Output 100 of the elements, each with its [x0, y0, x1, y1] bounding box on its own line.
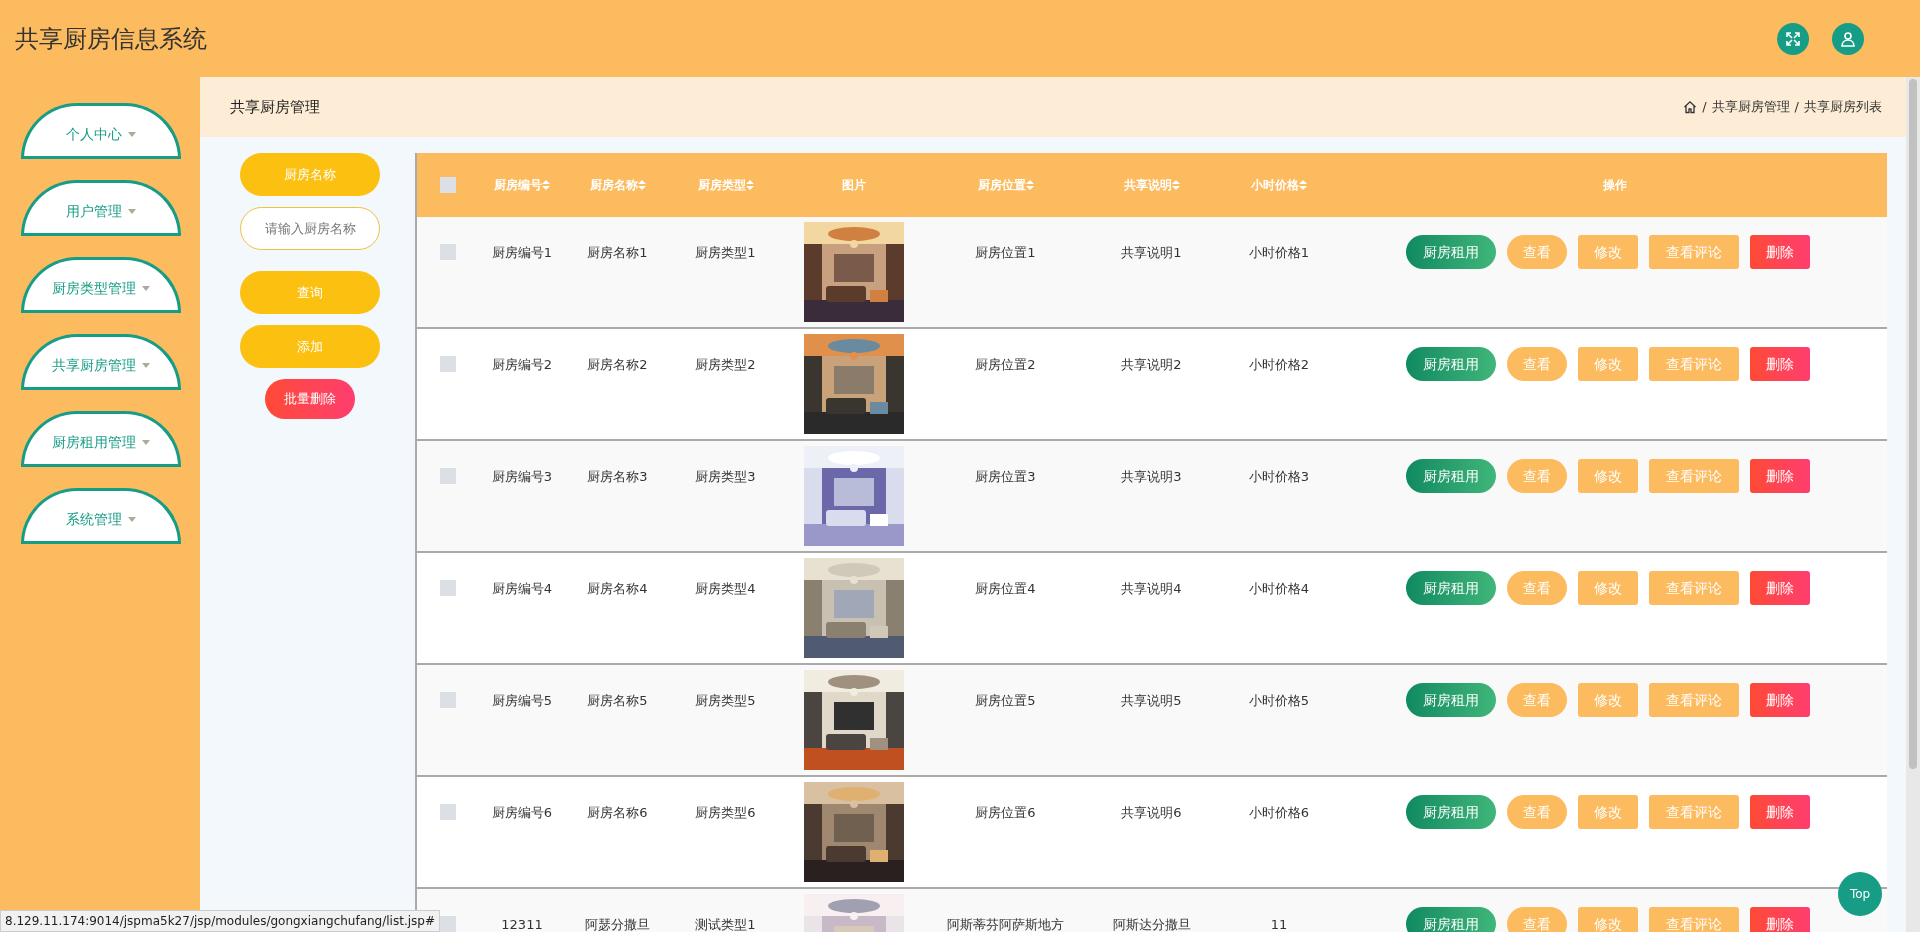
sort-icon[interactable]	[745, 180, 754, 190]
table-cell-text: 厨房编号6	[491, 804, 553, 822]
edit-button[interactable]: 修改	[1578, 907, 1638, 932]
view-button[interactable]: 查看	[1507, 347, 1567, 381]
comments-button[interactable]: 查看评论	[1649, 907, 1739, 932]
batch-delete-button[interactable]: 批量删除	[265, 379, 355, 419]
delete-button[interactable]: 删除	[1750, 683, 1810, 717]
sort-icon[interactable]	[1299, 180, 1307, 190]
rent-button[interactable]: 厨房租用	[1406, 459, 1496, 493]
rent-button[interactable]: 厨房租用	[1406, 683, 1496, 717]
checkbox[interactable]	[439, 244, 456, 260]
table-cell-text: 小时价格3	[1248, 468, 1310, 486]
table-cell-text: 厨房名称2	[587, 356, 648, 374]
view-button[interactable]: 查看	[1507, 235, 1567, 269]
column-header[interactable]: 厨房编号	[494, 176, 550, 194]
user-icon[interactable]	[1832, 22, 1864, 55]
sidebar-menu-item[interactable]: 共享厨房管理	[21, 334, 181, 390]
checkbox[interactable]	[439, 804, 456, 820]
edit-button[interactable]: 修改	[1578, 347, 1638, 381]
action-button[interactable]: 查询	[240, 271, 380, 314]
caret-icon	[128, 131, 136, 137]
comments-button[interactable]: 查看评论	[1649, 683, 1739, 717]
table-cell-text: 小时价格5	[1248, 692, 1310, 710]
delete-button[interactable]: 删除	[1750, 459, 1810, 493]
checkbox[interactable]	[439, 692, 456, 708]
table-cell-text: 共享说明3	[1121, 468, 1182, 486]
edit-button[interactable]: 修改	[1578, 683, 1638, 717]
delete-button[interactable]: 删除	[1750, 235, 1810, 269]
comments-button[interactable]: 查看评论	[1649, 459, 1739, 493]
column-header[interactable]: 厨房类型	[697, 176, 754, 194]
delete-button[interactable]: 删除	[1750, 907, 1810, 932]
table-cell-text: 厨房编号4	[491, 580, 553, 598]
table-cell-text: 厨房位置5	[975, 692, 1036, 710]
column-header[interactable]: 小时价格	[1251, 176, 1307, 194]
table-cell-text: 厨房名称6	[587, 804, 648, 822]
sort-icon[interactable]	[637, 180, 646, 190]
fullscreen-icon[interactable]	[1777, 22, 1809, 55]
sidebar-menu-item[interactable]: 用户管理	[21, 180, 181, 236]
table-cell-text: 12311	[501, 916, 543, 932]
column-header[interactable]: 厨房名称	[589, 176, 646, 194]
table-cell-text: 厨房位置6	[975, 804, 1036, 822]
column-header[interactable]: 共享说明	[1123, 176, 1180, 194]
edit-button[interactable]: 修改	[1578, 459, 1638, 493]
table-cell-text: 共享说明5	[1121, 692, 1182, 710]
sort-icon[interactable]	[542, 180, 550, 190]
table-cell-text: 厨房类型4	[695, 580, 756, 598]
view-button[interactable]: 查看	[1507, 571, 1567, 605]
table-cell-text: 厨房位置2	[975, 356, 1036, 374]
checkbox[interactable]	[439, 356, 456, 372]
breadcrumb-item[interactable]: 共享厨房列表	[1804, 97, 1882, 117]
edit-button[interactable]: 修改	[1578, 795, 1638, 829]
delete-button[interactable]: 删除	[1750, 795, 1810, 829]
page-title: 共享厨房管理	[230, 96, 320, 118]
table-cell-text: 共享说明1	[1121, 244, 1182, 262]
search-field[interactable]: 请输入厨房名称	[240, 207, 380, 250]
status-url: 8.129.11.174:9014/jspma5k27/jsp/modules/gongxiangchufang/list.jsp#	[0, 910, 440, 932]
breadcrumb-item[interactable]: 共享厨房管理	[1711, 97, 1790, 117]
checkbox[interactable]	[439, 177, 456, 193]
table-cell-text: 厨房位置4	[975, 580, 1036, 598]
edit-button[interactable]: 修改	[1578, 235, 1638, 269]
table-cell-text: 阿斯蒂芬阿萨斯地方	[947, 916, 1064, 932]
comments-button[interactable]: 查看评论	[1649, 571, 1739, 605]
view-button[interactable]: 查看	[1507, 683, 1567, 717]
sidebar-menu-item[interactable]: 厨房类型管理	[21, 257, 181, 313]
rent-button[interactable]: 厨房租用	[1406, 795, 1496, 829]
table-cell-text: 阿斯达分撒旦	[1112, 916, 1191, 932]
action-button[interactable]: 添加	[240, 325, 380, 368]
table-cell-text: 厨房类型2	[695, 356, 756, 374]
edit-button[interactable]: 修改	[1578, 571, 1638, 605]
table-cell-text: 测试类型1	[695, 916, 756, 932]
view-button[interactable]: 查看	[1507, 459, 1567, 493]
comments-button[interactable]: 查看评论	[1649, 347, 1739, 381]
checkbox[interactable]	[439, 580, 456, 596]
column-header: 操作	[1602, 177, 1627, 194]
column-header[interactable]: 厨房位置	[977, 176, 1034, 194]
view-button[interactable]: 查看	[1507, 795, 1567, 829]
rent-button[interactable]: 厨房租用	[1406, 907, 1496, 932]
column-header: 图片	[842, 177, 866, 194]
sidebar-menu-item[interactable]: 厨房租用管理	[21, 411, 181, 467]
rent-button[interactable]: 厨房租用	[1406, 235, 1496, 269]
home-icon[interactable]	[1683, 100, 1698, 114]
comments-button[interactable]: 查看评论	[1649, 235, 1739, 269]
table-cell-text: 厨房位置3	[975, 468, 1036, 486]
table-cell-text: 厨房类型1	[695, 244, 756, 262]
view-button[interactable]: 查看	[1507, 907, 1567, 932]
sidebar-menu-item[interactable]: 系统管理	[21, 488, 181, 544]
scrollbar[interactable]	[1906, 77, 1920, 932]
rent-button[interactable]: 厨房租用	[1406, 347, 1496, 381]
checkbox[interactable]	[439, 468, 456, 484]
delete-button[interactable]: 删除	[1750, 347, 1810, 381]
delete-button[interactable]: 删除	[1750, 571, 1810, 605]
rent-button[interactable]: 厨房租用	[1406, 571, 1496, 605]
table-cell-text: 厨房类型3	[695, 468, 756, 486]
sidebar-menu-item[interactable]: 个人中心	[21, 103, 181, 159]
sort-icon[interactable]	[1171, 180, 1180, 190]
caret-icon	[142, 362, 150, 368]
table-cell-text: 阿瑟分撒旦	[585, 916, 650, 932]
table-cell-text: 小时价格1	[1248, 244, 1310, 262]
sort-icon[interactable]	[1025, 180, 1034, 190]
comments-button[interactable]: 查看评论	[1649, 795, 1739, 829]
